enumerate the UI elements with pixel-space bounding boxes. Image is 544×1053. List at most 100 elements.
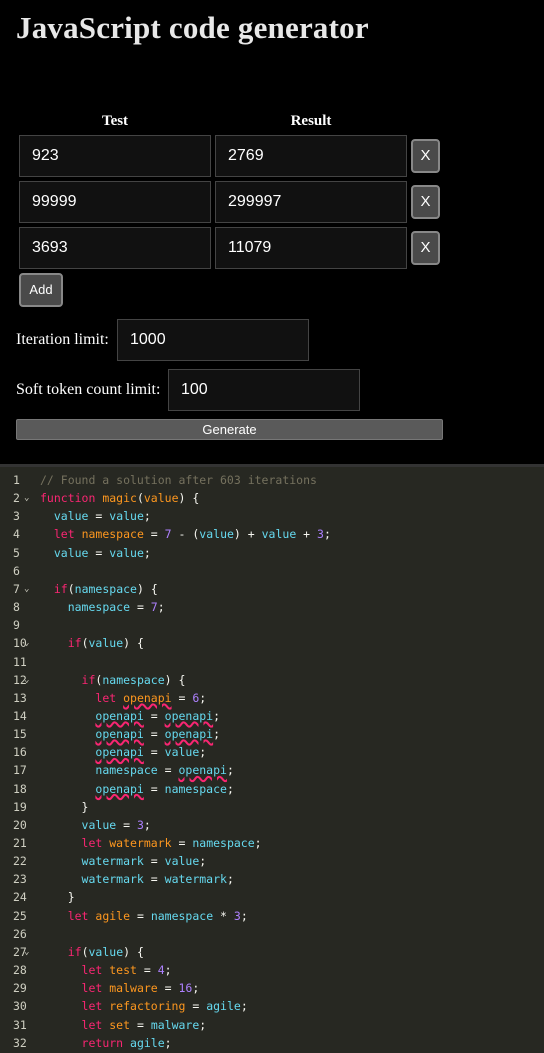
code-text: let agile = namespace * 3; [67, 908, 248, 923]
code-text: // Found a solution after 603 iterations [40, 473, 317, 487]
code-line: 21 let watermark = namespace; [0, 834, 544, 852]
code-text: namespace = openapi; [95, 763, 234, 778]
line-number: 19 [13, 799, 27, 814]
result-input[interactable]: 11079 [215, 227, 407, 269]
line-number: 20 [13, 817, 27, 832]
line-number: 32 [13, 1035, 27, 1050]
code-text: value = value; [53, 509, 151, 524]
fold-chevron-icon[interactable]: ⌄ [24, 943, 29, 961]
code-text: let test = 4; [81, 963, 172, 978]
line-number: 8 [13, 600, 20, 615]
code-line: 27 ⌄ if(value) { [0, 943, 544, 961]
code-text: openapi = value; [95, 745, 207, 760]
code-line: 10 ⌄ if(value) { [0, 634, 544, 652]
code-text: openapi = namespace; [95, 781, 234, 796]
code-text: value = value; [53, 545, 151, 560]
code-text: let malware = 16; [81, 981, 200, 996]
iteration-limit-label: Iteration limit: [16, 331, 109, 348]
line-number: 18 [13, 781, 27, 796]
code-text: let set = malware; [81, 1017, 207, 1032]
code-line: 13 let openapi = 6; [0, 689, 544, 707]
code-line: 8 namespace = 7; [0, 598, 544, 616]
code-line: 12 ⌄ if(namespace) { [0, 671, 544, 689]
code-text: value = 3; [81, 817, 151, 832]
test-input[interactable]: 3693 [19, 227, 211, 269]
code-text: openapi = openapi; [95, 727, 221, 742]
test-input[interactable]: 923 [19, 135, 211, 177]
test-input[interactable]: 99999 [19, 181, 211, 223]
code-text: namespace = 7; [67, 600, 165, 615]
code-text: let namespace = 7 - (value) + value + 3; [53, 527, 331, 542]
iteration-limit-input[interactable]: 1000 [117, 319, 309, 361]
line-number: 3 [13, 509, 20, 524]
line-number: 17 [13, 763, 27, 778]
line-number: 28 [13, 963, 27, 978]
code-text: } [40, 799, 89, 814]
column-header-result: Result [290, 113, 332, 129]
code-line: 4 let namespace = 7 - (value) + value + … [0, 525, 544, 543]
result-input[interactable]: 299997 [215, 181, 407, 223]
code-text: openapi = openapi; [95, 708, 221, 723]
test-row: 923 2769 X [19, 135, 449, 177]
soft-token-limit-label: Soft token count limit: [16, 381, 161, 398]
code-line: 15 openapi = openapi; [0, 725, 544, 743]
line-number: 26 [13, 926, 27, 941]
generate-button[interactable]: Generate [16, 419, 443, 440]
line-number: 7 [13, 581, 20, 596]
line-number: 21 [13, 836, 27, 850]
line-number: 16 [13, 745, 27, 760]
code-text: watermark = value; [81, 854, 207, 869]
line-number: 12 [13, 672, 27, 687]
code-line: 31 let set = malware; [0, 1016, 544, 1034]
code-line: 25 let agile = namespace * 3; [0, 907, 544, 925]
fold-chevron-icon[interactable]: ⌄ [24, 580, 29, 598]
code-text: let openapi = 6; [95, 690, 207, 705]
line-number: 23 [13, 872, 27, 887]
code-text: if(namespace) { [81, 672, 186, 687]
line-number: 1 [13, 473, 20, 487]
line-number: 13 [13, 690, 27, 705]
code-text: if(value) { [67, 944, 144, 959]
fold-chevron-icon[interactable]: ⌄ [24, 489, 29, 507]
code-text: if(namespace) { [53, 581, 158, 596]
add-test-button[interactable]: Add [19, 273, 63, 307]
remove-row-button[interactable]: X [411, 185, 440, 219]
code-line: 3 value = value; [0, 507, 544, 525]
code-text: if(value) { [67, 636, 144, 651]
code-text: } [40, 890, 75, 905]
page-title: JavaScript code generator [16, 10, 369, 45]
code-line: 29 let malware = 16; [0, 979, 544, 997]
code-line: 1 // Found a solution after 603 iteration… [0, 471, 544, 489]
line-number: 25 [13, 908, 27, 923]
code-line: 30 let refactoring = agile; [0, 997, 544, 1015]
code-line: 26 [0, 925, 544, 943]
code-line: 7 ⌄ if(namespace) { [0, 580, 544, 598]
line-number: 24 [13, 890, 27, 905]
code-line: 16 openapi = value; [0, 743, 544, 761]
fold-chevron-icon[interactable]: ⌄ [24, 671, 29, 689]
line-number: 2 [13, 491, 20, 506]
result-input[interactable]: 2769 [215, 135, 407, 177]
code-text: let watermark = namespace; [81, 836, 262, 850]
code-text: watermark = watermark; [81, 872, 234, 887]
code-line: 17 namespace = openapi; [0, 761, 544, 779]
code-line: 20 value = 3; [0, 816, 544, 834]
code-line: 5 value = value; [0, 544, 544, 562]
code-editor[interactable]: 1 // Found a solution after 603 iteration… [0, 464, 544, 1053]
line-number: 9 [13, 618, 20, 633]
code-line: 18 openapi = namespace; [0, 780, 544, 798]
code-text: function magic(value) { [40, 491, 200, 506]
code-line: 23 watermark = watermark; [0, 870, 544, 888]
remove-row-button[interactable]: X [411, 231, 440, 265]
line-number: 27 [13, 944, 27, 959]
line-number: 31 [13, 1017, 27, 1032]
code-text: return agile; [81, 1035, 172, 1050]
fold-chevron-icon[interactable]: ⌄ [24, 634, 29, 652]
remove-row-button[interactable]: X [411, 139, 440, 173]
code-text: let refactoring = agile; [81, 999, 248, 1014]
soft-token-limit-input[interactable]: 100 [168, 369, 360, 411]
line-number: 4 [13, 527, 20, 542]
code-line: 22 watermark = value; [0, 852, 544, 870]
code-line: 9 [0, 616, 544, 634]
line-number: 5 [13, 545, 20, 560]
